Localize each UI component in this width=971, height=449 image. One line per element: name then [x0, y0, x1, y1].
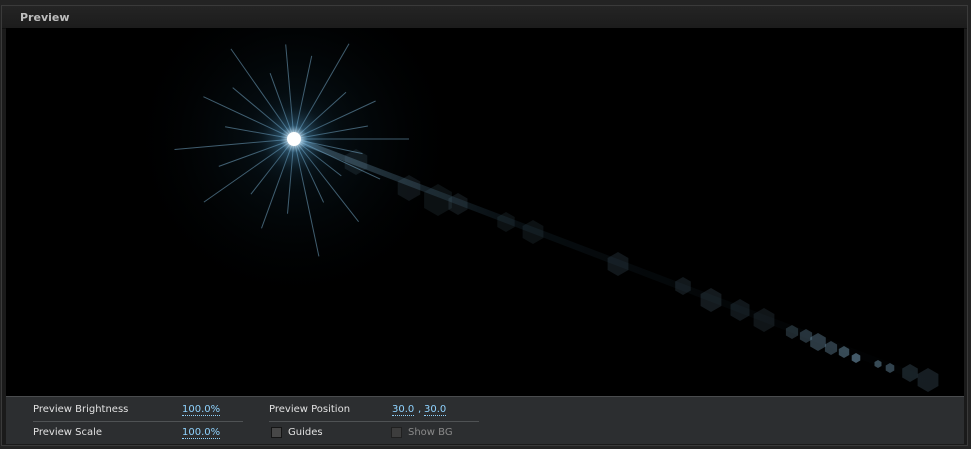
flare-ghost	[730, 299, 750, 321]
flare-ghost	[753, 308, 775, 332]
preview-brightness-label: Preview Brightness	[33, 404, 129, 415]
show-bg-checkbox[interactable]	[391, 427, 402, 438]
preview-position-label: Preview Position	[269, 404, 351, 415]
row-divider	[269, 421, 479, 422]
guides-checkbox[interactable]	[271, 427, 282, 438]
lens-flare-render	[124, 28, 939, 392]
flare-core	[287, 132, 301, 146]
guides-label: Guides	[288, 427, 323, 438]
panel-title: Preview	[20, 11, 70, 24]
preview-panel: Preview Preview Brightness 100.0% Previe…	[1, 5, 968, 446]
flare-ghost	[607, 252, 629, 276]
row-divider	[33, 421, 243, 422]
preview-position-x[interactable]: 30.0	[392, 404, 415, 416]
position-separator: ,	[418, 404, 422, 415]
preview-position-y[interactable]: 30.0	[424, 404, 447, 416]
preview-controls: Preview Brightness 100.0% Preview Scale …	[6, 396, 964, 444]
preview-brightness-value[interactable]: 100.0%	[182, 404, 221, 416]
preview-viewport[interactable]	[6, 28, 964, 396]
flare-ghost	[700, 288, 722, 312]
preview-scale-value[interactable]: 100.0%	[182, 427, 221, 439]
show-bg-label: Show BG	[408, 427, 453, 438]
flare-ghost	[917, 368, 939, 392]
flare-elements	[124, 28, 939, 392]
preview-scale-label: Preview Scale	[33, 427, 103, 438]
panel-titlebar: Preview	[2, 6, 967, 29]
flare-ghost	[522, 220, 544, 244]
